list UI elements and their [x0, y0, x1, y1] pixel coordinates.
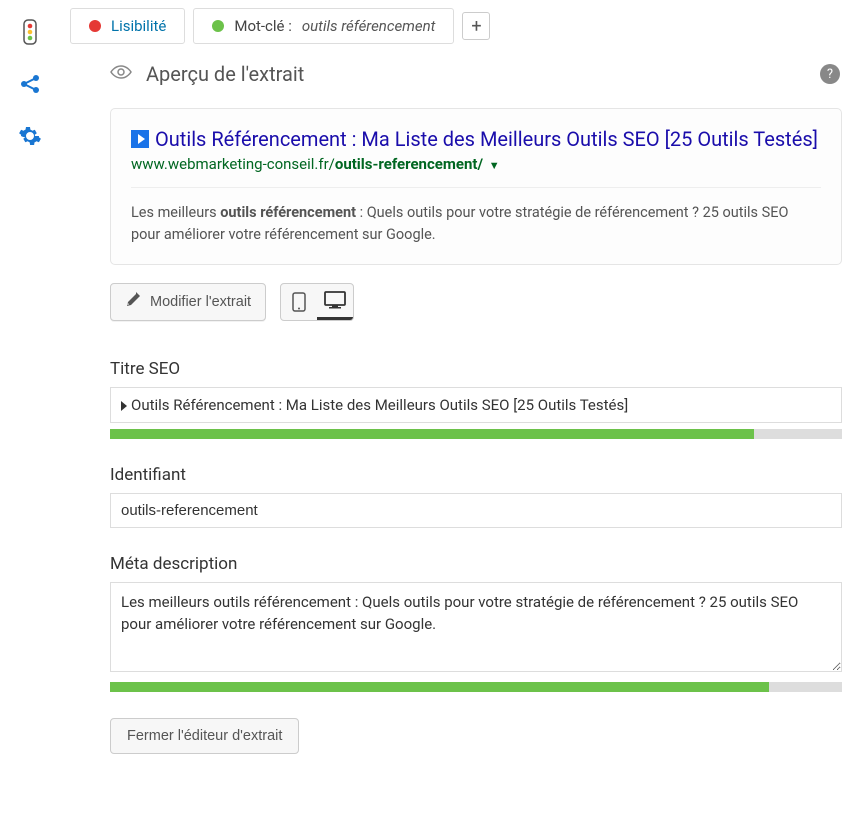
slug-label: Identifiant: [110, 465, 842, 485]
meta-description-input[interactable]: [110, 582, 842, 672]
seo-title-progress: [110, 429, 842, 439]
help-icon[interactable]: ?: [820, 64, 840, 84]
tab-keyword[interactable]: Mot-clé : outils référencement: [193, 8, 454, 44]
sidebar: [0, 0, 60, 782]
tab-keyword-value: outils référencement: [302, 17, 436, 35]
variable-icon: [121, 401, 127, 411]
snippet-header-title: Aperçu de l'extrait: [146, 62, 304, 86]
play-icon: [131, 130, 149, 148]
tab-label: Mot-clé :: [234, 17, 292, 35]
preview-description: Les meilleurs outils référencement : Que…: [131, 187, 821, 246]
meta-description-progress: [110, 682, 842, 692]
seo-title-input[interactable]: Outils Référencement : Ma Liste des Meil…: [110, 387, 842, 423]
status-dot-green: [212, 20, 224, 32]
device-toggle: [280, 283, 354, 321]
tabs-bar: Lisibilité Mot-clé : outils référencemen…: [70, 8, 854, 44]
traffic-light-icon[interactable]: [18, 20, 42, 44]
add-tab-button[interactable]: +: [462, 12, 490, 40]
dropdown-caret-icon: ▼: [489, 159, 500, 172]
pencil-icon: [125, 292, 140, 311]
eye-icon: [110, 64, 132, 84]
status-dot-red: [89, 20, 101, 32]
desktop-view-button[interactable]: [317, 284, 353, 320]
preview-title[interactable]: Outils Référencement : Ma Liste des Meil…: [131, 127, 821, 151]
share-icon[interactable]: [18, 72, 42, 96]
slug-input[interactable]: [110, 493, 842, 528]
snippet-preview: Outils Référencement : Ma Liste des Meil…: [110, 108, 842, 265]
tab-label: Lisibilité: [111, 17, 166, 35]
gear-icon[interactable]: [18, 124, 42, 148]
edit-snippet-button[interactable]: Modifier l'extrait: [110, 283, 266, 321]
preview-url[interactable]: www.webmarketing-conseil.fr/outils-refer…: [131, 155, 821, 173]
close-editor-button[interactable]: Fermer l'éditeur d'extrait: [110, 718, 299, 754]
tab-readability[interactable]: Lisibilité: [70, 8, 185, 44]
seo-title-label: Titre SEO: [110, 359, 842, 379]
meta-description-label: Méta description: [110, 554, 842, 574]
mobile-view-button[interactable]: [281, 284, 317, 320]
